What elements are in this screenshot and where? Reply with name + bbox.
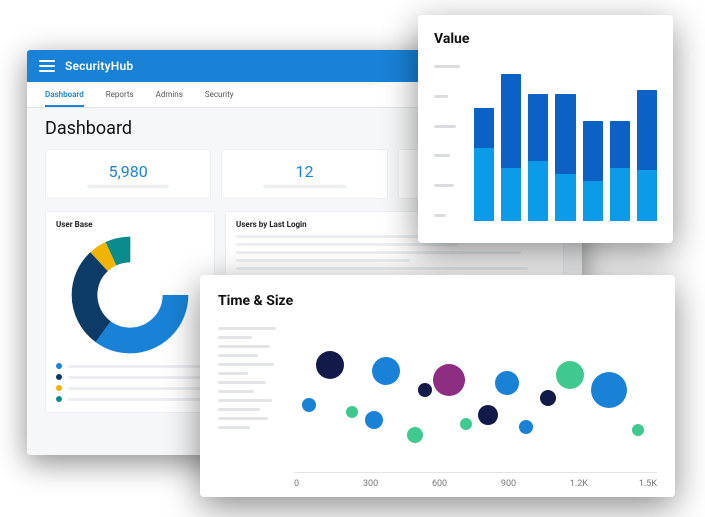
stat-value: 12 [222,162,386,181]
axis-tick-label: 300 [363,479,432,489]
legend-line [218,372,248,375]
bubble-point [365,411,383,429]
bubble-chart [294,323,657,473]
legend-dot [56,363,62,369]
donut-chart [70,235,190,355]
time-size-card: Time & Size 03006009001.2K1.5K [200,275,675,497]
axis-tick [434,154,450,157]
ts-chart-body [218,323,657,473]
legend-line [218,363,274,366]
bar [610,121,630,221]
app-brand: SecurityHub [65,59,133,73]
bar-segment-top [637,90,657,170]
bar [501,74,521,221]
bar-segment-top [583,121,603,181]
legend-row [56,374,204,380]
legend-label-placeholder [68,398,204,401]
bubble-point [346,406,358,418]
legend-line [218,345,270,348]
panel-title: User Base [56,220,204,229]
bar [555,94,575,221]
tab-security[interactable]: Security [205,90,234,107]
legend-line [218,381,266,384]
tab-reports[interactable]: Reports [106,90,134,107]
bar-segment-top [528,94,548,161]
axis-tick-label: 900 [501,479,570,489]
bubble-point [632,424,644,436]
axis-tick-label: 1.5K [639,479,657,489]
legend-dot [56,374,62,380]
text-line [236,251,521,254]
legend-line [218,417,268,420]
text-line [236,243,458,246]
bubble-point [591,372,627,408]
bar [474,108,494,221]
donut-legend [56,363,204,402]
bubble-point [556,361,584,389]
value-chart [434,61,657,221]
axis-tick [434,184,454,187]
axis-tick [434,65,460,68]
axis-tick-label: 600 [432,479,501,489]
bubble-point [302,398,316,412]
legend-line [218,390,254,393]
axis-tick-label: 1.2K [570,479,639,489]
bubble-point [540,390,556,406]
card-title: Time & Size [218,293,657,309]
legend-dot [56,385,62,391]
menu-icon[interactable] [39,60,55,72]
bar-segment-top [474,108,494,148]
bar-segment-top [610,121,630,168]
bubble-point [460,418,472,430]
value-y-axis [434,61,464,221]
text-line [236,259,410,262]
tab-dashboard[interactable]: Dashboard [45,90,84,107]
legend-line [218,399,272,402]
ts-legend-placeholder [218,323,280,473]
legend-row [56,385,204,391]
legend-label-placeholder [68,365,204,368]
card-title: Value [434,31,657,47]
axis-tick [434,125,456,128]
stat-card[interactable]: 5,980 [45,149,211,199]
value-card: Value [418,15,673,243]
bubble-point [316,351,344,379]
bar [528,94,548,221]
legend-row [56,363,204,369]
bubble-point [418,383,432,397]
legend-row [56,396,204,402]
legend-line [218,426,250,429]
stat-label-placeholder [263,185,345,188]
bubble-point [372,357,400,385]
axis-tick [434,214,446,217]
value-bars [474,61,657,221]
legend-label-placeholder [68,387,204,390]
legend-line [218,408,260,411]
bubble-point [478,405,498,425]
stat-value: 5,980 [46,162,210,181]
legend-line [218,336,252,339]
tab-admins[interactable]: Admins [156,90,183,107]
bubble-point [495,371,519,395]
panel-user-base: User Base [45,211,215,413]
text-line [236,267,528,270]
legend-label-placeholder [68,376,204,379]
axis-tick-label: 0 [294,479,363,489]
ts-x-axis: 03006009001.2K1.5K [294,479,657,489]
stat-card[interactable]: 12 [221,149,387,199]
bar [637,90,657,221]
legend-dot [56,396,62,402]
bubble-point [433,364,465,396]
axis-tick [434,95,448,98]
bar [583,121,603,221]
legend-line [218,354,258,357]
legend-line [218,327,276,330]
bubble-point [407,427,423,443]
bubble-point [519,420,533,434]
stat-label-placeholder [87,185,169,188]
bar-segment-top [501,74,521,167]
bar-segment-top [555,94,575,174]
